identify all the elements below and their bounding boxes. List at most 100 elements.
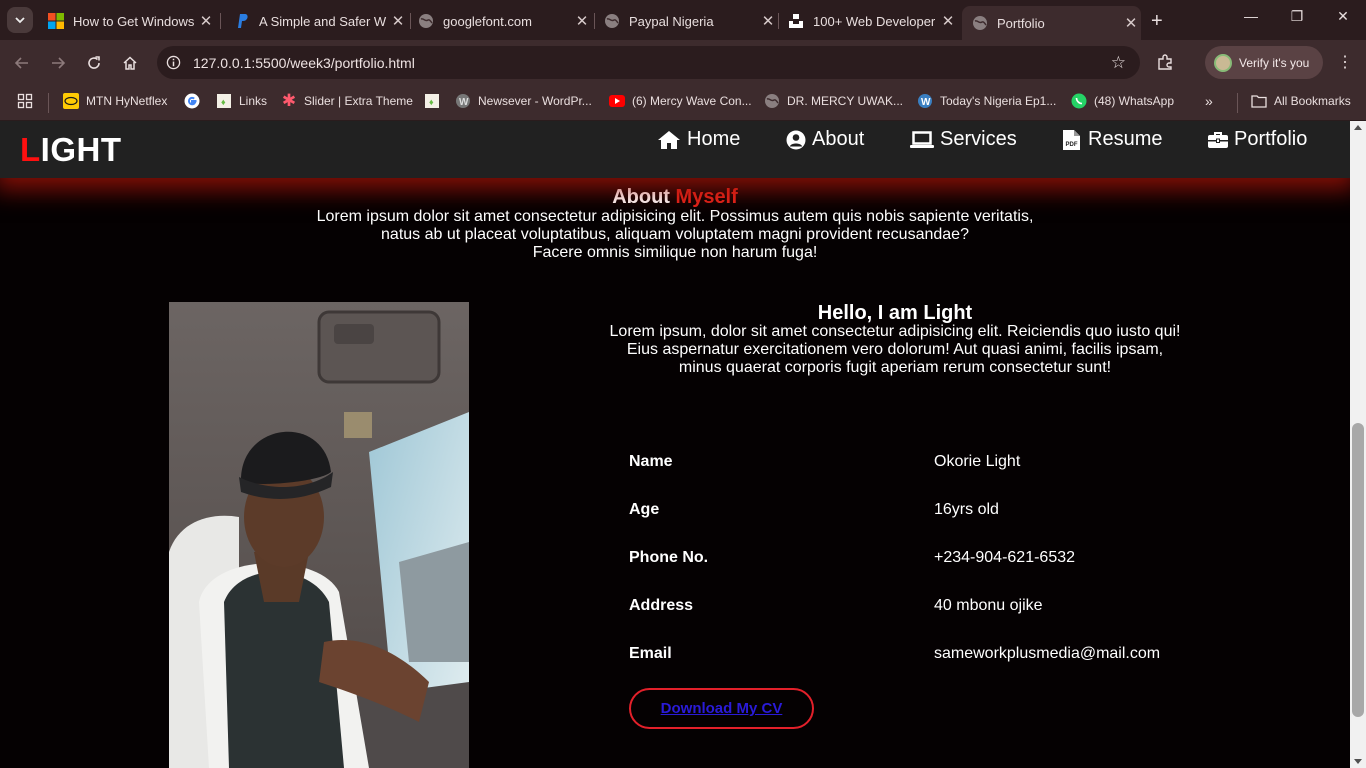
logo-first-letter: L: [20, 131, 41, 168]
user-circle-icon: [786, 130, 806, 149]
restore-icon[interactable]: ❐: [1274, 8, 1320, 25]
bookmark-star-icon[interactable]: ☆: [1111, 53, 1126, 73]
site-info-icon[interactable]: [166, 55, 181, 75]
new-tab-icon[interactable]: +: [1151, 10, 1163, 33]
tab-title: A Simple and Safer W: [259, 13, 387, 29]
browser-tab[interactable]: A Simple and Safer W ✕: [224, 6, 408, 36]
about-title: About Myself: [0, 186, 1350, 209]
info-label: Name: [629, 453, 673, 470]
home-icon: [658, 130, 680, 149]
google-icon: [184, 93, 200, 109]
scroll-up-icon[interactable]: [1354, 125, 1362, 130]
all-bookmarks-button[interactable]: All Bookmarks: [1251, 93, 1351, 109]
browser-tab[interactable]: 100+ Web Developer ✕: [778, 6, 958, 36]
bookmarks-bar: MTN HyNetflex ♦ Links ✱ Slider | Extra T…: [0, 86, 1366, 121]
hello-title: Hello, I am Light: [817, 302, 973, 324]
browser-toolbar: 127.0.0.1:5500/week3/portfolio.html ☆ Ve…: [0, 40, 1366, 86]
bookmark-item[interactable]: MTN HyNetflex: [63, 93, 167, 109]
download-cv-link[interactable]: Download My CV: [661, 700, 783, 717]
tab-search-button[interactable]: [7, 7, 33, 33]
bookmark-label: Newsever - WordPr...: [478, 94, 592, 108]
browser-tab-active[interactable]: Portfolio ✕: [962, 6, 1141, 40]
bookmark-item[interactable]: DR. MERCY UWAK...: [764, 93, 903, 109]
minimize-icon[interactable]: —: [1228, 8, 1274, 24]
bookmark-item[interactable]: [184, 93, 207, 109]
scrollbar-thumb[interactable]: [1352, 423, 1364, 717]
browser-tab[interactable]: How to Get Windows ✕: [38, 6, 216, 36]
menu-kebab-icon[interactable]: ⋮: [1337, 52, 1353, 72]
wordpress-icon: W: [917, 93, 933, 109]
about-title-plain: About: [612, 186, 670, 208]
bookmark-item[interactable]: W Today's Nigeria Ep1...: [917, 93, 1056, 109]
info-label: Phone No.: [629, 549, 709, 566]
info-value: sameworkplusmedia@mail.com: [934, 645, 1161, 662]
nav-services[interactable]: Services: [910, 128, 1017, 151]
reload-icon[interactable]: [83, 52, 105, 74]
site-logo[interactable]: LIGHT: [20, 131, 122, 169]
svg-text:W: W: [459, 97, 469, 108]
browser-tab[interactable]: Paypal Nigeria ✕: [594, 6, 778, 36]
home-icon[interactable]: [119, 52, 141, 74]
scroll-down-icon[interactable]: [1354, 759, 1362, 764]
close-icon[interactable]: ✕: [1121, 14, 1141, 32]
bookmark-item[interactable]: (6) Mercy Wave Con...: [609, 93, 752, 109]
bookmark-label: (48) WhatsApp: [1094, 94, 1175, 108]
forward-icon[interactable]: [47, 52, 69, 74]
doc-icon: ♦: [216, 93, 232, 109]
address-bar[interactable]: 127.0.0.1:5500/week3/portfolio.html ☆: [157, 46, 1140, 79]
globe-icon: [764, 93, 780, 109]
bookmark-item[interactable]: ✱ Slider | Extra Theme: [281, 91, 413, 110]
nav-portfolio[interactable]: Portfolio: [1208, 128, 1307, 151]
info-value: 40 mbonu ojike: [934, 597, 1043, 614]
close-icon[interactable]: ✕: [758, 12, 778, 30]
globe-icon: [972, 15, 988, 31]
nav-home[interactable]: Home: [657, 128, 740, 151]
hello-paragraph: Lorem ipsum, dolor sit amet consectetur …: [595, 323, 1195, 377]
tab-title: 100+ Web Developer: [813, 13, 936, 29]
tab-title: Paypal Nigeria: [629, 13, 714, 29]
nav-label: Resume: [1088, 128, 1163, 150]
briefcase-icon: [1208, 131, 1228, 148]
bookmark-item[interactable]: ♦: [424, 93, 447, 109]
info-label: Age: [629, 501, 660, 518]
about-title-highlight: Myself: [675, 186, 738, 208]
whatsapp-icon: [1071, 93, 1087, 109]
back-icon[interactable]: [11, 52, 33, 74]
close-icon[interactable]: ✕: [572, 12, 592, 30]
browser-tab[interactable]: googlefont.com ✕: [408, 6, 592, 36]
svg-text:♦: ♦: [221, 97, 226, 107]
close-window-icon[interactable]: ✕: [1320, 8, 1366, 25]
nav-resume[interactable]: PDF Resume: [1062, 128, 1162, 151]
info-label: Address: [629, 597, 694, 614]
profile-photo: [169, 302, 469, 768]
about-line: natus ab ut placeat voluptatibus, aliqua…: [381, 226, 969, 243]
chevron-down-icon: [15, 17, 25, 24]
bookmark-label: DR. MERCY UWAK...: [787, 94, 904, 108]
download-cv-button[interactable]: Download My CV: [629, 688, 814, 729]
more-bookmarks-icon[interactable]: »: [1205, 93, 1213, 109]
apps-grid-icon[interactable]: [17, 93, 33, 109]
profile-verify-button[interactable]: Verify it's you: [1205, 46, 1323, 79]
svg-text:PDF: PDF: [1066, 142, 1078, 148]
close-icon[interactable]: ✕: [196, 12, 216, 30]
info-label: Email: [629, 645, 672, 662]
page-scrollbar[interactable]: [1350, 121, 1366, 768]
unsplash-icon: [788, 13, 804, 29]
bookmark-item[interactable]: W Newsever - WordPr...: [455, 93, 592, 109]
browser-tab-strip: How to Get Windows ✕ A Simple and Safer …: [0, 0, 1366, 40]
wordpress-icon: W: [455, 93, 471, 109]
paypal-icon: [234, 13, 250, 29]
nav-label: Portfolio: [1234, 128, 1308, 150]
laptop-icon: [910, 130, 934, 148]
close-icon[interactable]: ✕: [938, 12, 958, 30]
bookmark-label: MTN HyNetflex: [86, 94, 168, 108]
globe-icon: [604, 13, 620, 29]
doc-icon: ♦: [424, 93, 440, 109]
close-icon[interactable]: ✕: [388, 12, 408, 30]
nav-label: Home: [687, 128, 741, 150]
extensions-icon[interactable]: [1156, 53, 1174, 76]
bookmark-item[interactable]: ♦ Links: [216, 93, 267, 109]
nav-about[interactable]: About: [786, 128, 864, 151]
info-value: 16yrs old: [934, 501, 999, 518]
bookmark-item[interactable]: (48) WhatsApp: [1071, 93, 1174, 109]
